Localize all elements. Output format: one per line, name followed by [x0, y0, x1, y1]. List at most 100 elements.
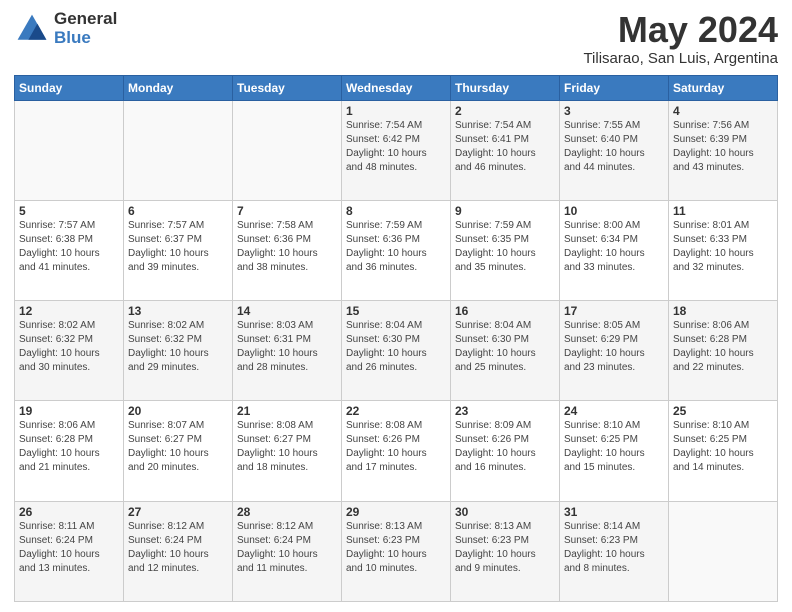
logo-blue-text: Blue: [54, 29, 117, 48]
day-info: Sunrise: 8:13 AM Sunset: 6:23 PM Dayligh…: [455, 520, 555, 576]
day-of-week-header: Thursday: [451, 75, 560, 100]
calendar-cell: 16Sunrise: 8:04 AM Sunset: 6:30 PM Dayli…: [451, 301, 560, 401]
day-number: 20: [128, 404, 228, 418]
subtitle: Tilisarao, San Luis, Argentina: [583, 50, 778, 67]
day-info: Sunrise: 8:03 AM Sunset: 6:31 PM Dayligh…: [237, 319, 337, 375]
day-info: Sunrise: 8:14 AM Sunset: 6:23 PM Dayligh…: [564, 520, 664, 576]
day-number: 25: [673, 404, 773, 418]
day-of-week-header: Tuesday: [233, 75, 342, 100]
calendar-cell: 28Sunrise: 8:12 AM Sunset: 6:24 PM Dayli…: [233, 501, 342, 601]
calendar-cell: 30Sunrise: 8:13 AM Sunset: 6:23 PM Dayli…: [451, 501, 560, 601]
day-info: Sunrise: 8:08 AM Sunset: 6:26 PM Dayligh…: [346, 419, 446, 475]
day-number: 4: [673, 104, 773, 118]
calendar-cell: 6Sunrise: 7:57 AM Sunset: 6:37 PM Daylig…: [124, 200, 233, 300]
day-number: 9: [455, 204, 555, 218]
calendar-cell: 2Sunrise: 7:54 AM Sunset: 6:41 PM Daylig…: [451, 100, 560, 200]
calendar-cell: 1Sunrise: 7:54 AM Sunset: 6:42 PM Daylig…: [342, 100, 451, 200]
day-info: Sunrise: 8:11 AM Sunset: 6:24 PM Dayligh…: [19, 520, 119, 576]
calendar-week-row: 19Sunrise: 8:06 AM Sunset: 6:28 PM Dayli…: [15, 401, 778, 501]
calendar-header: SundayMondayTuesdayWednesdayThursdayFrid…: [15, 75, 778, 100]
day-info: Sunrise: 8:13 AM Sunset: 6:23 PM Dayligh…: [346, 520, 446, 576]
day-of-week-header: Saturday: [669, 75, 778, 100]
calendar-table: SundayMondayTuesdayWednesdayThursdayFrid…: [14, 75, 778, 602]
day-number: 15: [346, 304, 446, 318]
day-of-week-header: Monday: [124, 75, 233, 100]
day-number: 5: [19, 204, 119, 218]
day-number: 17: [564, 304, 664, 318]
day-number: 26: [19, 505, 119, 519]
day-of-week-header: Wednesday: [342, 75, 451, 100]
calendar-cell: 29Sunrise: 8:13 AM Sunset: 6:23 PM Dayli…: [342, 501, 451, 601]
calendar-cell: 8Sunrise: 7:59 AM Sunset: 6:36 PM Daylig…: [342, 200, 451, 300]
day-info: Sunrise: 8:09 AM Sunset: 6:26 PM Dayligh…: [455, 419, 555, 475]
day-number: 11: [673, 204, 773, 218]
calendar-cell: [233, 100, 342, 200]
day-number: 16: [455, 304, 555, 318]
calendar-week-row: 12Sunrise: 8:02 AM Sunset: 6:32 PM Dayli…: [15, 301, 778, 401]
header-row: SundayMondayTuesdayWednesdayThursdayFrid…: [15, 75, 778, 100]
day-number: 14: [237, 304, 337, 318]
calendar-cell: 22Sunrise: 8:08 AM Sunset: 6:26 PM Dayli…: [342, 401, 451, 501]
day-info: Sunrise: 7:55 AM Sunset: 6:40 PM Dayligh…: [564, 119, 664, 175]
calendar-cell: 26Sunrise: 8:11 AM Sunset: 6:24 PM Dayli…: [15, 501, 124, 601]
day-info: Sunrise: 8:02 AM Sunset: 6:32 PM Dayligh…: [128, 319, 228, 375]
day-number: 22: [346, 404, 446, 418]
day-info: Sunrise: 8:12 AM Sunset: 6:24 PM Dayligh…: [128, 520, 228, 576]
calendar-cell: 31Sunrise: 8:14 AM Sunset: 6:23 PM Dayli…: [560, 501, 669, 601]
calendar-cell: 20Sunrise: 8:07 AM Sunset: 6:27 PM Dayli…: [124, 401, 233, 501]
calendar-cell: 5Sunrise: 7:57 AM Sunset: 6:38 PM Daylig…: [15, 200, 124, 300]
day-number: 1: [346, 104, 446, 118]
day-of-week-header: Friday: [560, 75, 669, 100]
calendar-cell: 27Sunrise: 8:12 AM Sunset: 6:24 PM Dayli…: [124, 501, 233, 601]
calendar-cell: 21Sunrise: 8:08 AM Sunset: 6:27 PM Dayli…: [233, 401, 342, 501]
calendar-cell: 7Sunrise: 7:58 AM Sunset: 6:36 PM Daylig…: [233, 200, 342, 300]
day-number: 21: [237, 404, 337, 418]
calendar-cell: 19Sunrise: 8:06 AM Sunset: 6:28 PM Dayli…: [15, 401, 124, 501]
logo: General Blue: [14, 10, 117, 47]
day-number: 6: [128, 204, 228, 218]
day-of-week-header: Sunday: [15, 75, 124, 100]
logo-general-text: General: [54, 10, 117, 29]
calendar-cell: 24Sunrise: 8:10 AM Sunset: 6:25 PM Dayli…: [560, 401, 669, 501]
logo-icon: [14, 11, 50, 47]
day-info: Sunrise: 8:01 AM Sunset: 6:33 PM Dayligh…: [673, 219, 773, 275]
calendar-cell: 25Sunrise: 8:10 AM Sunset: 6:25 PM Dayli…: [669, 401, 778, 501]
calendar-cell: [124, 100, 233, 200]
calendar-cell: 11Sunrise: 8:01 AM Sunset: 6:33 PM Dayli…: [669, 200, 778, 300]
calendar-cell: 13Sunrise: 8:02 AM Sunset: 6:32 PM Dayli…: [124, 301, 233, 401]
calendar-cell: 12Sunrise: 8:02 AM Sunset: 6:32 PM Dayli…: [15, 301, 124, 401]
page: General Blue May 2024 Tilisarao, San Lui…: [0, 0, 792, 612]
calendar-week-row: 1Sunrise: 7:54 AM Sunset: 6:42 PM Daylig…: [15, 100, 778, 200]
calendar-cell: 14Sunrise: 8:03 AM Sunset: 6:31 PM Dayli…: [233, 301, 342, 401]
day-info: Sunrise: 8:04 AM Sunset: 6:30 PM Dayligh…: [455, 319, 555, 375]
calendar-cell: [669, 501, 778, 601]
day-info: Sunrise: 7:58 AM Sunset: 6:36 PM Dayligh…: [237, 219, 337, 275]
day-info: Sunrise: 7:59 AM Sunset: 6:35 PM Dayligh…: [455, 219, 555, 275]
day-info: Sunrise: 8:08 AM Sunset: 6:27 PM Dayligh…: [237, 419, 337, 475]
day-info: Sunrise: 8:02 AM Sunset: 6:32 PM Dayligh…: [19, 319, 119, 375]
day-info: Sunrise: 7:56 AM Sunset: 6:39 PM Dayligh…: [673, 119, 773, 175]
calendar-week-row: 5Sunrise: 7:57 AM Sunset: 6:38 PM Daylig…: [15, 200, 778, 300]
day-number: 8: [346, 204, 446, 218]
calendar-week-row: 26Sunrise: 8:11 AM Sunset: 6:24 PM Dayli…: [15, 501, 778, 601]
main-title: May 2024: [583, 10, 778, 50]
day-number: 12: [19, 304, 119, 318]
day-number: 10: [564, 204, 664, 218]
day-info: Sunrise: 8:10 AM Sunset: 6:25 PM Dayligh…: [673, 419, 773, 475]
day-number: 13: [128, 304, 228, 318]
day-number: 19: [19, 404, 119, 418]
day-info: Sunrise: 7:57 AM Sunset: 6:37 PM Dayligh…: [128, 219, 228, 275]
day-number: 29: [346, 505, 446, 519]
day-number: 24: [564, 404, 664, 418]
day-info: Sunrise: 7:59 AM Sunset: 6:36 PM Dayligh…: [346, 219, 446, 275]
title-block: May 2024 Tilisarao, San Luis, Argentina: [583, 10, 778, 67]
day-info: Sunrise: 7:57 AM Sunset: 6:38 PM Dayligh…: [19, 219, 119, 275]
day-number: 31: [564, 505, 664, 519]
calendar-cell: 9Sunrise: 7:59 AM Sunset: 6:35 PM Daylig…: [451, 200, 560, 300]
calendar-body: 1Sunrise: 7:54 AM Sunset: 6:42 PM Daylig…: [15, 100, 778, 601]
calendar-cell: 15Sunrise: 8:04 AM Sunset: 6:30 PM Dayli…: [342, 301, 451, 401]
day-number: 30: [455, 505, 555, 519]
logo-text: General Blue: [54, 10, 117, 47]
calendar-cell: 17Sunrise: 8:05 AM Sunset: 6:29 PM Dayli…: [560, 301, 669, 401]
day-info: Sunrise: 8:04 AM Sunset: 6:30 PM Dayligh…: [346, 319, 446, 375]
